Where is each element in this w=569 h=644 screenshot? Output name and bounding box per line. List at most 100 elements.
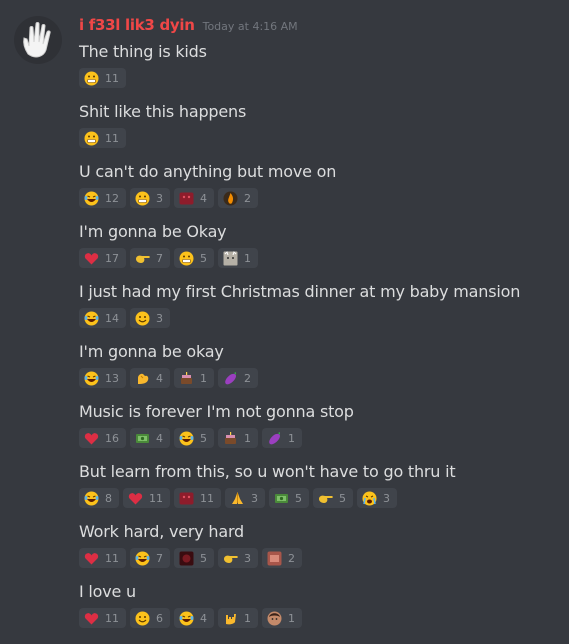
message-text: I love u xyxy=(79,582,136,601)
rock-hand-icon xyxy=(223,611,238,626)
reaction-count: 1 xyxy=(244,611,251,625)
reaction-button[interactable]: 2 xyxy=(262,548,302,568)
reaction-button[interactable]: 5 xyxy=(174,248,214,268)
grimace-face-icon xyxy=(179,251,194,266)
reaction-button[interactable]: 17 xyxy=(79,248,126,268)
reaction-count: 3 xyxy=(156,311,163,325)
heart-icon xyxy=(84,251,99,266)
reaction-count: 1 xyxy=(288,431,295,445)
reaction-button[interactable]: 11 xyxy=(123,488,170,508)
reaction-button[interactable]: 3 xyxy=(218,548,258,568)
reaction-button[interactable]: 8 xyxy=(79,488,119,508)
reaction-count: 4 xyxy=(200,191,207,205)
reaction-button[interactable]: 16 xyxy=(79,428,126,448)
reaction-count: 11 xyxy=(200,491,214,505)
reaction-count: 5 xyxy=(200,551,207,565)
message-item[interactable]: But learn from this, so u won't have to … xyxy=(79,462,559,522)
reaction-button[interactable]: 1 xyxy=(262,428,302,448)
reaction-button[interactable]: 11 xyxy=(79,548,126,568)
message-text: Music is forever I'm not gonna stop xyxy=(79,402,354,421)
heart-icon xyxy=(84,611,99,626)
heart-icon xyxy=(128,491,143,506)
reaction-button[interactable]: 3 xyxy=(130,308,170,328)
reaction-count: 3 xyxy=(251,491,258,505)
brown-emote-icon xyxy=(267,551,282,566)
reaction-button[interactable]: 1 xyxy=(262,608,302,628)
reaction-button[interactable]: 1 xyxy=(218,608,258,628)
pointing-emote-icon xyxy=(135,251,150,266)
reaction-button[interactable]: 3 xyxy=(225,488,265,508)
reaction-count: 3 xyxy=(244,551,251,565)
reaction-button[interactable]: 5 xyxy=(174,548,214,568)
message-text: The thing is kids xyxy=(79,42,207,61)
reaction-button[interactable]: 5 xyxy=(313,488,353,508)
grimace-face-icon xyxy=(84,131,99,146)
praying-hands-icon xyxy=(230,491,245,506)
reaction-button[interactable]: 12 xyxy=(79,188,126,208)
reaction-button[interactable]: 7 xyxy=(130,248,170,268)
reaction-bar: 12 3 4 2 xyxy=(79,188,559,210)
reaction-count: 8 xyxy=(105,491,112,505)
reaction-button[interactable]: 7 xyxy=(130,548,170,568)
reaction-count: 5 xyxy=(339,491,346,505)
red-emote-icon xyxy=(179,491,194,506)
reaction-count: 11 xyxy=(105,611,119,625)
grimace-face-icon xyxy=(84,71,99,86)
reaction-button[interactable]: 1 xyxy=(218,428,258,448)
message-item[interactable]: I love u 11 6 4 1 1 xyxy=(79,582,559,642)
reaction-count: 11 xyxy=(105,551,119,565)
reaction-button[interactable]: 6 xyxy=(130,608,170,628)
message-item[interactable]: I'm gonna be okay 13 4 1 2 xyxy=(79,342,559,402)
reaction-button[interactable]: 3 xyxy=(357,488,397,508)
reaction-button[interactable]: 4 xyxy=(130,428,170,448)
reaction-button[interactable]: 3 xyxy=(130,188,170,208)
username[interactable]: i f33l lik3 dyin xyxy=(79,16,195,34)
message-text: But learn from this, so u won't have to … xyxy=(79,462,456,481)
message-text: Work hard, very hard xyxy=(79,522,245,541)
reaction-count: 13 xyxy=(105,371,119,385)
reaction-count: 11 xyxy=(105,71,119,85)
reaction-button[interactable]: 2 xyxy=(218,368,258,388)
message-item[interactable]: I just had my first Christmas dinner at … xyxy=(79,282,559,342)
avatar[interactable] xyxy=(14,16,62,64)
message-item[interactable]: I'm gonna be Okay 17 7 5 1 xyxy=(79,222,559,282)
reaction-bar: 13 4 1 2 xyxy=(79,368,559,390)
message-item[interactable]: The thing is kids 11 xyxy=(79,42,559,102)
reaction-count: 12 xyxy=(105,191,119,205)
reaction-button[interactable]: 5 xyxy=(174,428,214,448)
reaction-count: 5 xyxy=(295,491,302,505)
reaction-button[interactable]: 2 xyxy=(218,188,258,208)
reaction-count: 17 xyxy=(105,251,119,265)
reaction-bar: 14 3 xyxy=(79,308,559,330)
dark-emote-icon xyxy=(179,551,194,566)
reaction-button[interactable]: 1 xyxy=(218,248,258,268)
smile-face-icon xyxy=(135,611,150,626)
reaction-button[interactable]: 13 xyxy=(79,368,126,388)
message-item[interactable]: Work hard, very hard 11 7 5 3 2 xyxy=(79,522,559,582)
money-emote-icon xyxy=(274,491,289,506)
reaction-count: 1 xyxy=(244,431,251,445)
reaction-count: 2 xyxy=(288,551,295,565)
reaction-button[interactable]: 4 xyxy=(130,368,170,388)
message-item[interactable]: U can't do anything but move on 12 3 4 2 xyxy=(79,162,559,222)
reaction-button[interactable]: 1 xyxy=(174,368,214,388)
reaction-button[interactable]: 14 xyxy=(79,308,126,328)
reaction-button[interactable]: 11 xyxy=(79,608,126,628)
reaction-button[interactable]: 5 xyxy=(269,488,309,508)
reaction-button[interactable]: 11 xyxy=(79,128,126,148)
reaction-button[interactable]: 11 xyxy=(174,488,221,508)
message-item[interactable]: Music is forever I'm not gonna stop 16 4 5 1… xyxy=(79,402,559,462)
reaction-count: 5 xyxy=(200,251,207,265)
reaction-button[interactable]: 4 xyxy=(174,608,214,628)
reaction-button[interactable]: 4 xyxy=(174,188,214,208)
reaction-count: 2 xyxy=(244,371,251,385)
reaction-count: 1 xyxy=(288,611,295,625)
message-item[interactable]: Shit like this happens 11 xyxy=(79,102,559,162)
message-text: I just had my first Christmas dinner at … xyxy=(79,282,521,301)
reaction-count: 4 xyxy=(200,611,207,625)
laughing-face-icon xyxy=(179,431,194,446)
reaction-button[interactable]: 11 xyxy=(79,68,126,88)
message-text: I'm gonna be Okay xyxy=(79,222,227,241)
money-emote-icon xyxy=(135,431,150,446)
eggplant-icon xyxy=(267,431,282,446)
